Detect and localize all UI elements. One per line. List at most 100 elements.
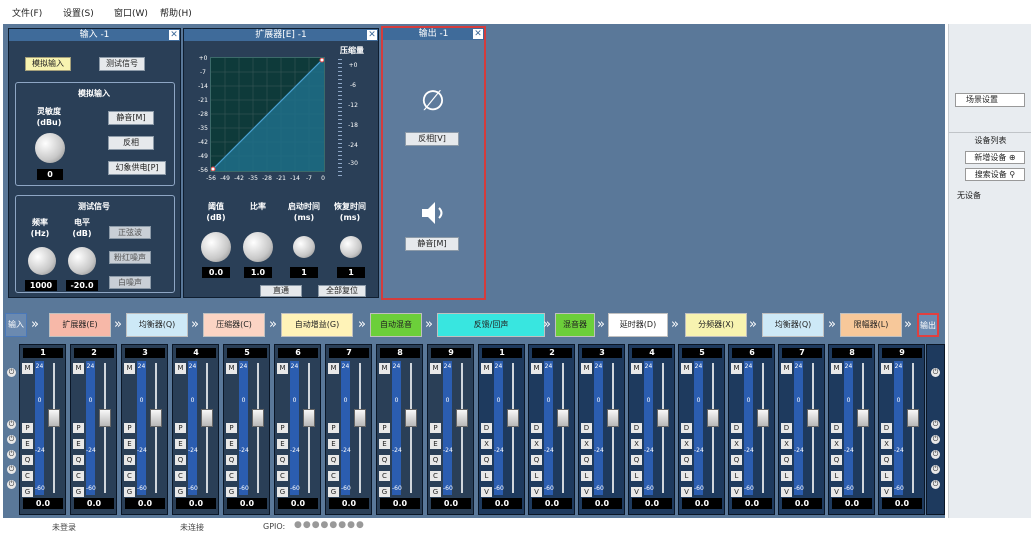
- fader-handle[interactable]: [48, 409, 60, 427]
- channel-module-button[interactable]: P: [379, 423, 390, 433]
- channel-mute-button[interactable]: M: [781, 363, 792, 374]
- channel-module-button[interactable]: G: [277, 487, 288, 497]
- channel-module-button[interactable]: L: [781, 471, 792, 481]
- chain-compressor[interactable]: 压缩器(C): [203, 313, 265, 337]
- channel-module-button[interactable]: P: [430, 423, 441, 433]
- channel-module-button[interactable]: X: [731, 439, 742, 449]
- chain-crossover[interactable]: 分频器(X): [685, 313, 747, 337]
- channel-module-button[interactable]: Q: [531, 455, 542, 465]
- channel-module-button[interactable]: P: [175, 423, 186, 433]
- bypass-button[interactable]: 直通: [260, 285, 302, 297]
- channel-module-button[interactable]: D: [481, 423, 492, 433]
- fader-handle[interactable]: [354, 409, 366, 427]
- chain-eq-out[interactable]: 均衡器(Q): [762, 313, 824, 337]
- channel-module-button[interactable]: D: [531, 423, 542, 433]
- channel-module-button[interactable]: G: [328, 487, 339, 497]
- analog-input-button[interactable]: 模拟输入: [25, 57, 71, 71]
- channel-module-button[interactable]: G: [124, 487, 135, 497]
- menu-help[interactable]: 帮助(H): [160, 6, 192, 19]
- channel-mute-button[interactable]: M: [430, 363, 441, 374]
- power-icon[interactable]: ⏻: [7, 435, 16, 444]
- channel-module-button[interactable]: D: [781, 423, 792, 433]
- channel-module-button[interactable]: Q: [277, 455, 288, 465]
- channel-module-button[interactable]: G: [73, 487, 84, 497]
- close-icon[interactable]: ✕: [169, 30, 179, 40]
- channel-module-button[interactable]: L: [731, 471, 742, 481]
- power-icon[interactable]: ⏻: [931, 420, 940, 429]
- channel-mute-button[interactable]: M: [226, 363, 237, 374]
- power-icon[interactable]: ⏻: [7, 465, 16, 474]
- channel-module-button[interactable]: Q: [781, 455, 792, 465]
- chain-input[interactable]: 输入: [5, 313, 27, 337]
- scene-settings-button[interactable]: 场景设置: [955, 93, 1025, 107]
- channel-module-button[interactable]: L: [831, 471, 842, 481]
- freq-knob[interactable]: [28, 247, 56, 275]
- channel-mute-button[interactable]: M: [22, 363, 33, 374]
- channel-module-button[interactable]: C: [430, 471, 441, 481]
- channel-module-button[interactable]: E: [175, 439, 186, 449]
- channel-module-button[interactable]: Q: [175, 455, 186, 465]
- channel-module-button[interactable]: L: [531, 471, 542, 481]
- channel-module-button[interactable]: L: [581, 471, 592, 481]
- fader-handle[interactable]: [707, 409, 719, 427]
- fader-handle[interactable]: [99, 409, 111, 427]
- channel-module-button[interactable]: L: [881, 471, 892, 481]
- menu-settings[interactable]: 设置(S): [63, 6, 94, 19]
- close-icon[interactable]: ✕: [473, 29, 483, 39]
- fader-handle[interactable]: [657, 409, 669, 427]
- sine-wave-button[interactable]: 正弦波: [109, 226, 151, 239]
- channel-mute-button[interactable]: M: [531, 363, 542, 374]
- channel-mute-button[interactable]: M: [681, 363, 692, 374]
- release-knob[interactable]: [340, 236, 362, 258]
- channel-mute-button[interactable]: M: [831, 363, 842, 374]
- fader-handle[interactable]: [456, 409, 468, 427]
- channel-module-button[interactable]: Q: [73, 455, 84, 465]
- channel-module-button[interactable]: G: [379, 487, 390, 497]
- output-invert-button[interactable]: 反相[V]: [405, 132, 459, 146]
- chain-feedback[interactable]: 反馈/回声: [437, 313, 545, 337]
- fader-handle[interactable]: [201, 409, 213, 427]
- chain-expander[interactable]: 扩展器(E): [49, 313, 111, 337]
- fader-handle[interactable]: [252, 409, 264, 427]
- fader-handle[interactable]: [607, 409, 619, 427]
- channel-module-button[interactable]: Q: [681, 455, 692, 465]
- channel-module-button[interactable]: D: [681, 423, 692, 433]
- close-icon[interactable]: ✕: [367, 30, 377, 40]
- channel-module-button[interactable]: E: [430, 439, 441, 449]
- channel-module-button[interactable]: Q: [430, 455, 441, 465]
- channel-module-button[interactable]: E: [277, 439, 288, 449]
- channel-module-button[interactable]: C: [73, 471, 84, 481]
- level-knob[interactable]: [68, 247, 96, 275]
- fader-handle[interactable]: [757, 409, 769, 427]
- power-icon[interactable]: ⏻: [931, 465, 940, 474]
- channel-module-button[interactable]: V: [531, 487, 542, 497]
- channel-module-button[interactable]: L: [631, 471, 642, 481]
- channel-module-button[interactable]: X: [681, 439, 692, 449]
- channel-module-button[interactable]: L: [681, 471, 692, 481]
- fader-handle[interactable]: [557, 409, 569, 427]
- channel-module-button[interactable]: D: [881, 423, 892, 433]
- menu-file[interactable]: 文件(F): [12, 6, 42, 19]
- channel-module-button[interactable]: C: [124, 471, 135, 481]
- channel-module-button[interactable]: G: [22, 487, 33, 497]
- channel-module-button[interactable]: E: [124, 439, 135, 449]
- channel-module-button[interactable]: D: [731, 423, 742, 433]
- reset-all-button[interactable]: 全部复位: [318, 285, 366, 297]
- channel-module-button[interactable]: Q: [631, 455, 642, 465]
- channel-module-button[interactable]: P: [73, 423, 84, 433]
- power-icon[interactable]: ⏻: [7, 368, 16, 377]
- chain-mixer[interactable]: 混音器: [555, 313, 595, 337]
- channel-module-button[interactable]: C: [328, 471, 339, 481]
- channel-module-button[interactable]: L: [481, 471, 492, 481]
- channel-mute-button[interactable]: M: [175, 363, 186, 374]
- threshold-knob[interactable]: [201, 232, 231, 262]
- fader-handle[interactable]: [857, 409, 869, 427]
- channel-module-button[interactable]: Q: [881, 455, 892, 465]
- channel-module-button[interactable]: V: [731, 487, 742, 497]
- channel-module-button[interactable]: G: [430, 487, 441, 497]
- channel-module-button[interactable]: D: [831, 423, 842, 433]
- channel-mute-button[interactable]: M: [73, 363, 84, 374]
- chain-eq[interactable]: 均衡器(Q): [126, 313, 188, 337]
- power-icon[interactable]: ⏻: [7, 420, 16, 429]
- channel-module-button[interactable]: X: [481, 439, 492, 449]
